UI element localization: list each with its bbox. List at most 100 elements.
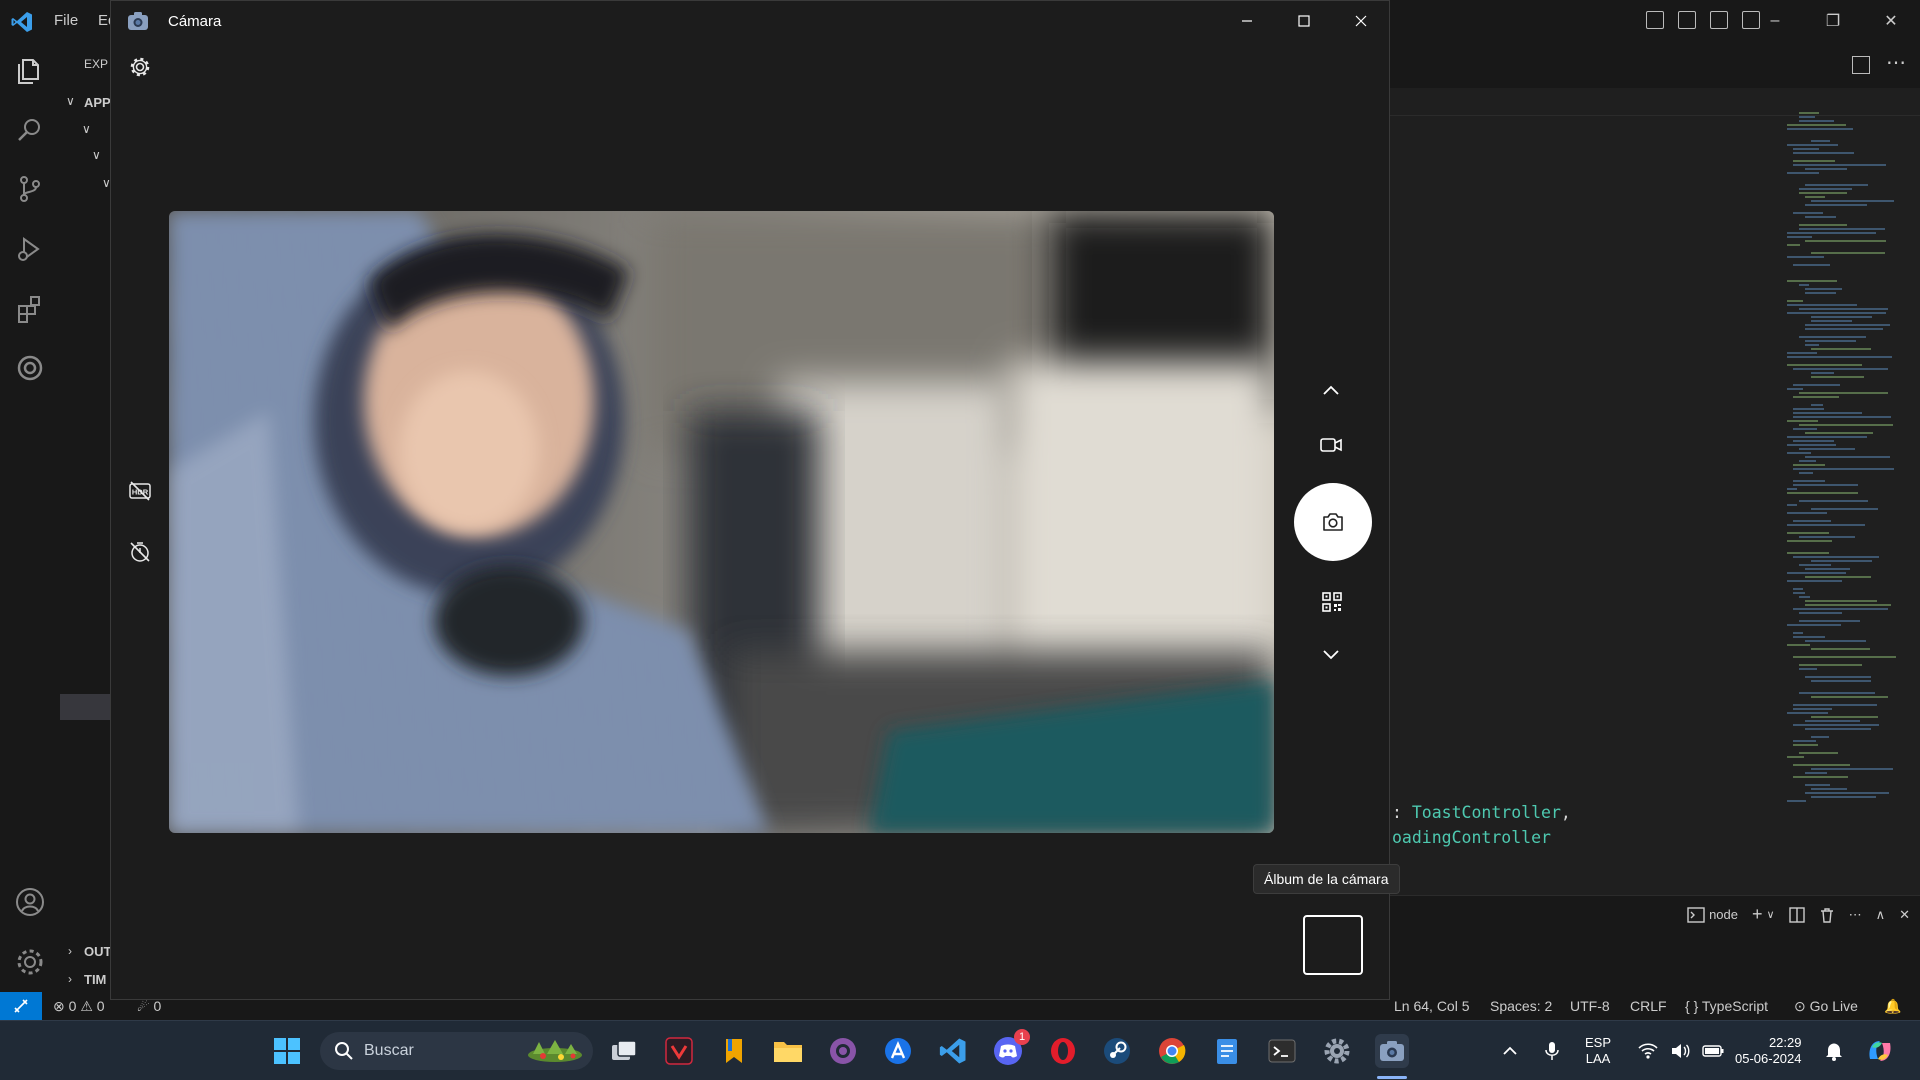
video-camera-icon[interactable] [1319,433,1343,457]
maximize-panel-icon[interactable]: ∧ [1876,907,1886,923]
toggle-panel-icon[interactable] [1678,11,1696,29]
taskbar-app-opera[interactable] [1046,1034,1080,1068]
minimap-line [1805,168,1847,170]
minimap-line [1793,408,1824,410]
chevron-down-icon[interactable]: ∨ [1767,908,1775,921]
language-mode[interactable]: { } TypeScript [1685,998,1768,1014]
camera-album-button[interactable] [1303,915,1363,975]
source-control-icon[interactable] [14,173,46,205]
taskbar-app-bookmark[interactable] [717,1034,751,1068]
notification-bell-icon[interactable] [1825,1021,1843,1080]
copilot-icon[interactable] [1864,1021,1896,1080]
windows-logo-icon [274,1038,300,1064]
keyboard-layout: LAA [1585,1051,1611,1066]
manage-gear-icon[interactable] [14,946,46,978]
encoding[interactable]: UTF-8 [1570,998,1610,1014]
chevron-up-icon[interactable] [1319,379,1343,403]
quick-settings[interactable] [1638,1021,1724,1080]
run-debug-icon[interactable] [14,233,46,265]
terminal-icon [1268,1039,1296,1063]
taskbar-app-settings[interactable] [1320,1034,1354,1068]
tree-outline[interactable]: OUT [84,944,111,959]
extensions-icon[interactable] [14,293,46,325]
camera-preview[interactable] [169,211,1274,833]
close-icon[interactable]: ✕ [1862,0,1920,42]
qr-code-icon[interactable] [1321,591,1343,613]
taskbar-app-file-explorer[interactable] [771,1034,805,1068]
chevron-down-icon[interactable] [1319,642,1343,666]
new-terminal-icon[interactable]: + [1752,904,1763,925]
minimap-line [1799,224,1847,226]
split-terminal-icon[interactable] [1788,906,1805,923]
taskbar-app-notepad[interactable] [1210,1034,1244,1068]
chevron-right-icon[interactable]: › [68,944,72,958]
minimap-line [1799,112,1819,114]
minimap-line [1799,284,1809,286]
taskbar-app-terminal[interactable] [1265,1034,1299,1068]
close-panel-icon[interactable]: ✕ [1899,907,1910,923]
remote-indicator[interactable] [0,992,42,1020]
active-app-indicator [1377,1076,1407,1079]
problems-status[interactable]: ⊗ 0 ⚠ 0 [53,998,105,1015]
taskbar-app-camera[interactable] [1375,1034,1409,1068]
tray-overflow-chevron-up-icon[interactable] [1502,1021,1518,1080]
split-editor-icon[interactable] [1852,56,1870,74]
chevron-down-icon[interactable]: ∨ [92,148,101,162]
task-view-button[interactable] [607,1034,641,1068]
task-view-icon [612,1040,637,1060]
chevron-down-icon[interactable]: ∨ [82,122,91,136]
tree-app[interactable]: APP [84,95,111,110]
minimap-line [1787,524,1865,526]
minimap-line [1793,724,1879,726]
timer-off-icon[interactable] [128,540,152,564]
minimap[interactable] [1787,112,1905,812]
taskbar-app-vscode[interactable] [936,1034,970,1068]
take-photo-button[interactable] [1294,483,1372,561]
minimap-line [1805,240,1886,242]
code-line[interactable]: : ToastController, [1392,803,1571,822]
more-actions-icon[interactable]: ⋯ [1849,907,1862,923]
toggle-sidebar-icon[interactable] [1646,11,1664,29]
explorer-icon[interactable] [14,55,46,87]
settings-gear-icon[interactable] [128,55,152,79]
accounts-icon[interactable] [14,886,46,918]
menu-file[interactable]: File [54,12,78,29]
close-icon[interactable] [1332,1,1389,41]
clock[interactable]: 22:29 05-06-2024 [1735,1021,1802,1080]
input-language[interactable]: ESP LAA [1585,1021,1611,1080]
cursor-position[interactable]: Ln 64, Col 5 [1394,998,1470,1014]
taskbar-app-a[interactable] [881,1034,915,1068]
remote-explorer-icon[interactable] [14,352,46,384]
microphone-icon[interactable] [1544,1021,1560,1080]
code-line[interactable]: oadingController [1392,828,1551,847]
search-icon[interactable] [14,114,46,146]
restore-icon[interactable]: ❐ [1804,0,1862,42]
maximize-icon[interactable] [1275,1,1332,41]
taskbar-search[interactable]: Buscar [320,1032,593,1070]
chevron-down-icon[interactable]: ∨ [66,94,75,108]
chevron-right-icon[interactable]: › [68,972,72,986]
search-icon [335,1042,353,1060]
indentation[interactable]: Spaces: 2 [1490,998,1552,1014]
trash-icon[interactable] [1819,907,1835,923]
notifications-icon[interactable]: 🔔 [1884,998,1901,1015]
start-button[interactable] [270,1034,304,1068]
toggle-secondary-sidebar-icon[interactable] [1710,11,1728,29]
terminal-name[interactable]: node [1709,907,1738,922]
selected-tree-row[interactable] [60,694,110,720]
ports-status[interactable]: ☄ 0 [137,998,161,1015]
taskbar-app-chrome[interactable] [1155,1034,1189,1068]
more-actions-icon[interactable]: ⋯ [1886,50,1906,75]
tree-timeline[interactable]: TIM [84,972,106,987]
hdr-off-icon[interactable]: HDR [128,479,152,503]
go-live[interactable]: ⊙ Go Live [1794,998,1858,1015]
minimap-line [1799,116,1815,118]
taskbar-app-steam[interactable] [1100,1034,1134,1068]
minimize-icon[interactable]: – [1746,0,1804,42]
minimap-line [1799,664,1862,666]
taskbar-app-github-desktop[interactable] [826,1034,860,1068]
minimize-icon[interactable] [1218,1,1275,41]
taskbar-app-vivaldi[interactable] [662,1034,696,1068]
line-ending[interactable]: CRLF [1630,998,1667,1014]
taskbar-app-discord[interactable]: 1 [991,1029,1030,1068]
